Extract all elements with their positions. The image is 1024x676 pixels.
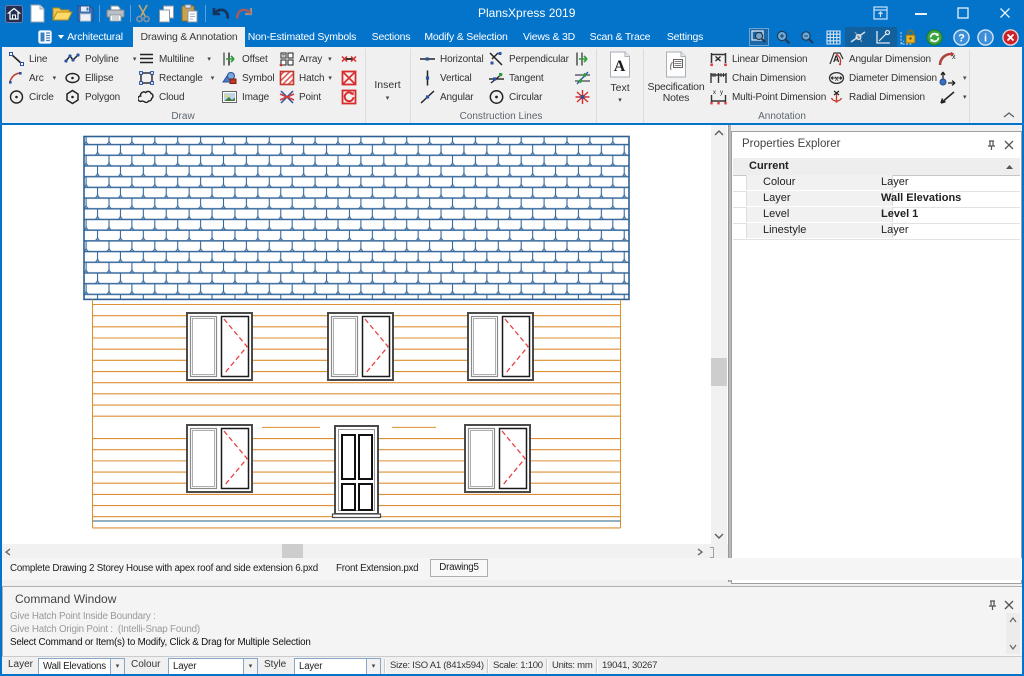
- svg-text:?: ?: [958, 33, 965, 45]
- svg-text:x: x: [835, 74, 839, 83]
- svg-text:x: x: [713, 90, 716, 96]
- svg-text:A: A: [614, 58, 626, 75]
- svg-text:y: y: [720, 90, 723, 96]
- svg-text:x: x: [952, 54, 956, 61]
- svg-text:i: i: [984, 33, 987, 45]
